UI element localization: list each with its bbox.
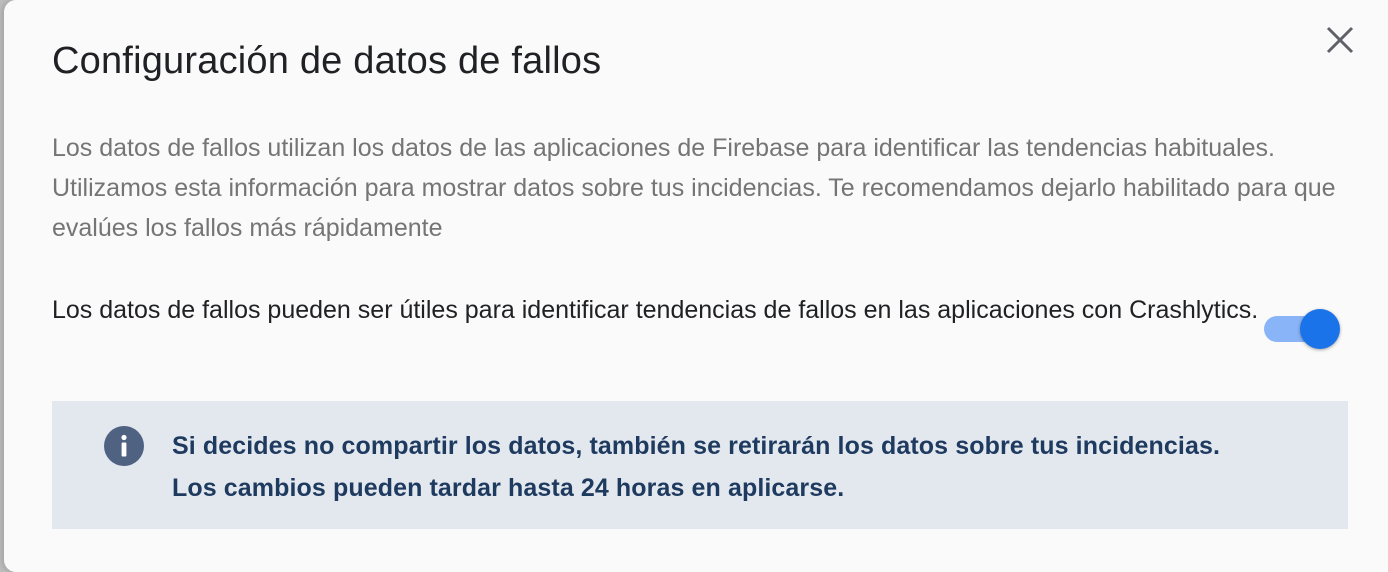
close-button[interactable] (1320, 20, 1360, 60)
close-icon (1326, 26, 1354, 54)
toggle-thumb (1300, 309, 1340, 349)
crash-data-setting-row: Los datos de fallos pueden ser útiles pa… (52, 294, 1342, 349)
info-icon (104, 426, 144, 466)
info-text: Si decides no compartir los datos, tambi… (172, 425, 1322, 509)
info-text-line-2: Los cambios pueden tardar hasta 24 horas… (172, 474, 845, 502)
info-text-line-1: Si decides no compartir los datos, tambi… (172, 432, 1220, 460)
dialog-title: Configuración de datos de fallos (52, 40, 602, 82)
info-banner: Si decides no compartir los datos, tambi… (52, 401, 1348, 529)
setting-label: Los datos de fallos pueden ser útiles pa… (52, 296, 1259, 324)
crash-data-settings-dialog: Configuración de datos de fallos Los dat… (4, 0, 1388, 572)
dialog-description: Los datos de fallos utilizan los datos d… (52, 134, 1336, 242)
crash-data-toggle[interactable] (1260, 308, 1340, 349)
